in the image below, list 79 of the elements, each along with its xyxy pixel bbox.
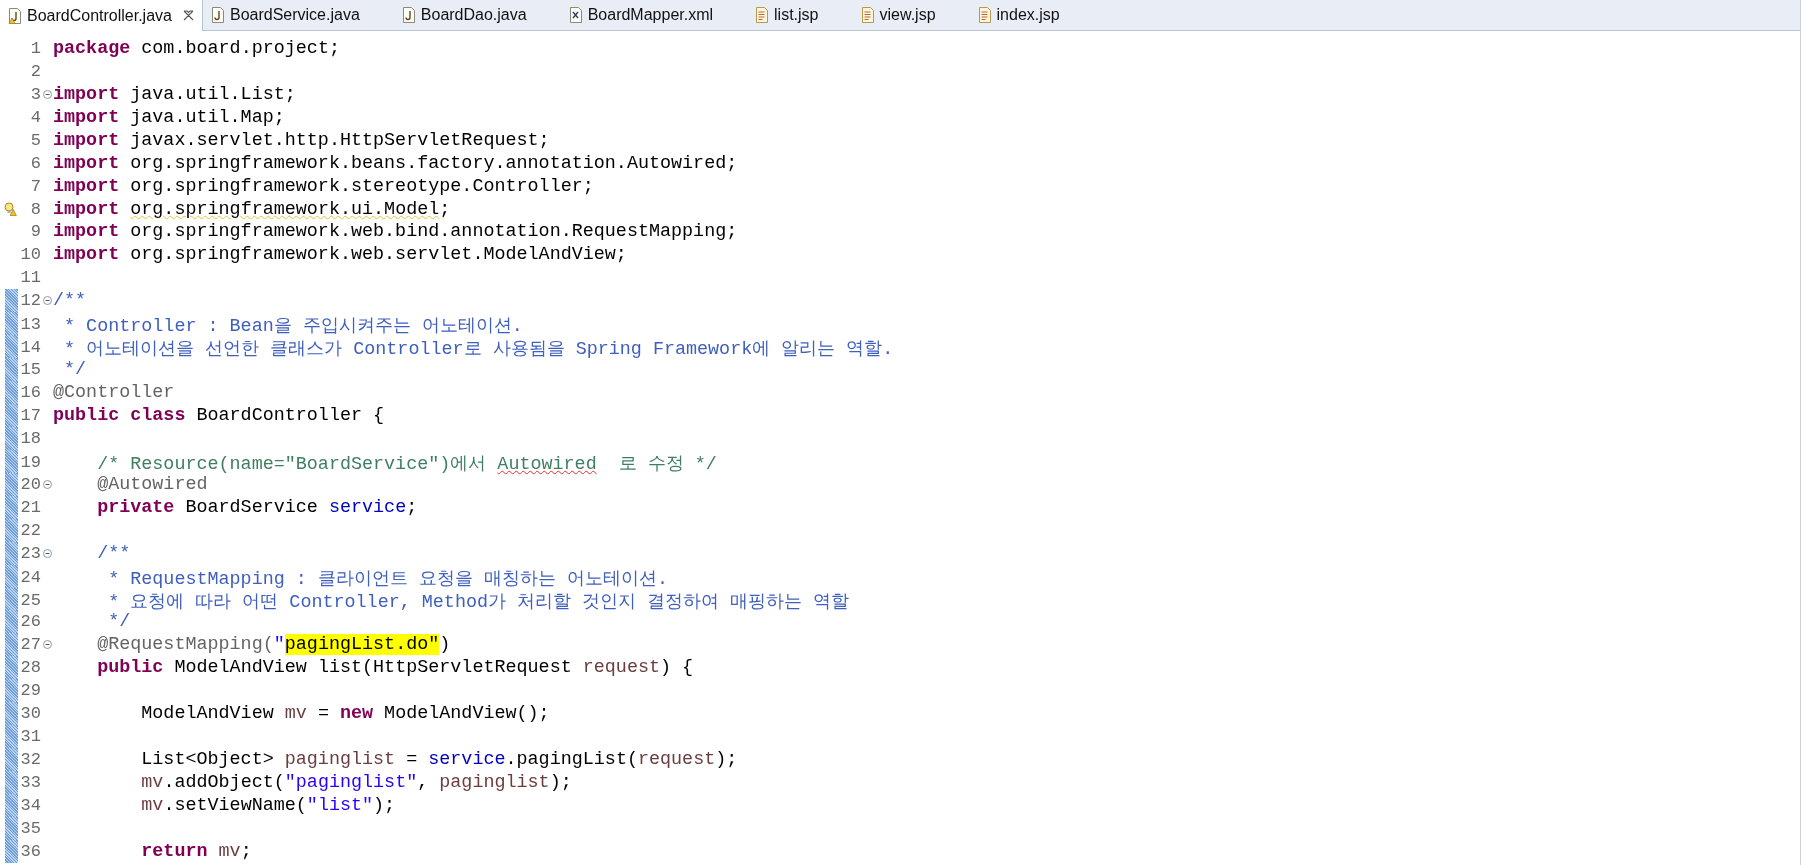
collapse-icon[interactable] (42, 89, 52, 99)
line-number: 10 (19, 245, 41, 265)
code-line: import java.util.List; (53, 83, 297, 105)
code-line: import org.springframework.beans.factory.annotation.Autowired; (53, 152, 739, 174)
line-number: 26 (19, 612, 41, 632)
editor-tab[interactable]: BoardMapper.xml (560, 0, 748, 30)
close-icon[interactable] (182, 10, 194, 21)
code-line: package com.board.project; (53, 37, 341, 59)
line-number: 23 (19, 543, 41, 563)
line-number: 3 (29, 84, 41, 104)
line-number: 32 (19, 750, 41, 770)
code-line: return mv; (140, 840, 253, 862)
line-number: 36 (19, 841, 41, 861)
editor-tab[interactable]: list.jsp (747, 0, 853, 30)
editor-tab[interactable]: BoardDao.java (393, 0, 561, 30)
code-line: mv.addObject("paginglist", paginglist); (140, 771, 573, 793)
line-number: 13 (19, 315, 41, 335)
code-line: /** (96, 542, 132, 564)
code-line: /** (53, 290, 88, 312)
line-number: 1 (29, 38, 41, 58)
code-line: */ (107, 611, 132, 633)
code-line: * 어노테이션을 선언한 클래스가 Controller로 사용됨을 Spring Framework에 알리는 역할. (63, 338, 895, 361)
line-number: 8 (29, 199, 41, 219)
code-line: @Controller (53, 382, 176, 404)
line-number: 7 (29, 176, 41, 196)
code-line: @RequestMapping("pagingList.do") (96, 634, 452, 656)
editor-tab[interactable]: view.jsp (852, 0, 970, 30)
code-line: import org.springframework.web.servlet.ModelAndView; (53, 244, 628, 266)
line-number: 15 (19, 360, 41, 380)
code-line: * 요청에 따라 어떤 Controller, Method가 처리할 것인지 결정하여 매핑하는 역할 (107, 590, 851, 613)
code-line: import javax.servlet.http.HttpServletRequest; (53, 129, 551, 151)
line-number: 33 (19, 772, 41, 792)
line-number: 20 (19, 474, 41, 494)
code-line: private BoardService service; (96, 496, 419, 518)
code-line: public class BoardController { (53, 404, 386, 426)
line-number: 19 (19, 452, 41, 472)
code-line: * RequestMapping : 클라이언트 요청을 매칭하는 어노테이션. (107, 567, 669, 590)
line-number: 29 (19, 681, 41, 701)
collapse-icon[interactable] (42, 640, 52, 650)
code-line: ModelAndView mv = new ModelAndView(); (140, 703, 551, 725)
editor-tab[interactable]: index.jsp (969, 0, 1094, 30)
line-number: 9 (29, 222, 41, 242)
line-number: 11 (19, 268, 41, 288)
line-number: 30 (19, 704, 41, 724)
line-number: 17 (19, 405, 41, 425)
line-number: 5 (29, 130, 41, 150)
line-number: 22 (19, 520, 41, 540)
code-line: import org.springframework.ui.Model; (53, 198, 452, 220)
code-line: public ModelAndView list(HttpServletRequest request) { (96, 657, 695, 679)
code-line: * Controller : Bean을 주입시켜주는 어노테이션. (63, 315, 524, 338)
line-number: 31 (19, 727, 41, 747)
line-number: 24 (19, 567, 41, 587)
editor-tab[interactable]: BoardService.java (202, 0, 394, 30)
collapse-icon[interactable] (42, 548, 52, 558)
line-number: 34 (19, 795, 41, 815)
code-line: import java.util.Map; (53, 106, 286, 128)
editor-tab[interactable]: BoardController.java (0, 0, 203, 31)
line-number: 28 (19, 658, 41, 678)
lightbulb-warning-icon[interactable] (2, 202, 17, 217)
line-number: 6 (29, 153, 41, 173)
line-number: 2 (29, 61, 41, 81)
code-line: */ (63, 359, 88, 381)
code-line: List<Object> paginglist = service.pagingList(request); (140, 749, 739, 771)
line-number: 16 (19, 383, 41, 403)
line-number: 14 (19, 338, 41, 358)
line-number: 4 (29, 107, 41, 127)
code-line: import org.springframework.stereotype.Controller; (53, 175, 595, 197)
line-number: 27 (19, 635, 41, 655)
code-line: /* Resource(name="BoardService")에서 Autowired 로 수정 */ (96, 452, 718, 475)
line-number: 35 (19, 818, 41, 838)
line-number: 18 (19, 428, 41, 448)
code-line: import org.springframework.web.bind.annotation.RequestMapping; (53, 221, 739, 243)
line-number: 12 (19, 291, 41, 311)
collapse-icon[interactable] (42, 479, 52, 489)
line-number: 25 (19, 590, 41, 610)
collapse-icon[interactable] (42, 296, 52, 306)
line-number: 21 (19, 497, 41, 517)
code-line: @Autowired (96, 473, 209, 495)
code-line: mv.setViewName("list"); (140, 794, 397, 816)
